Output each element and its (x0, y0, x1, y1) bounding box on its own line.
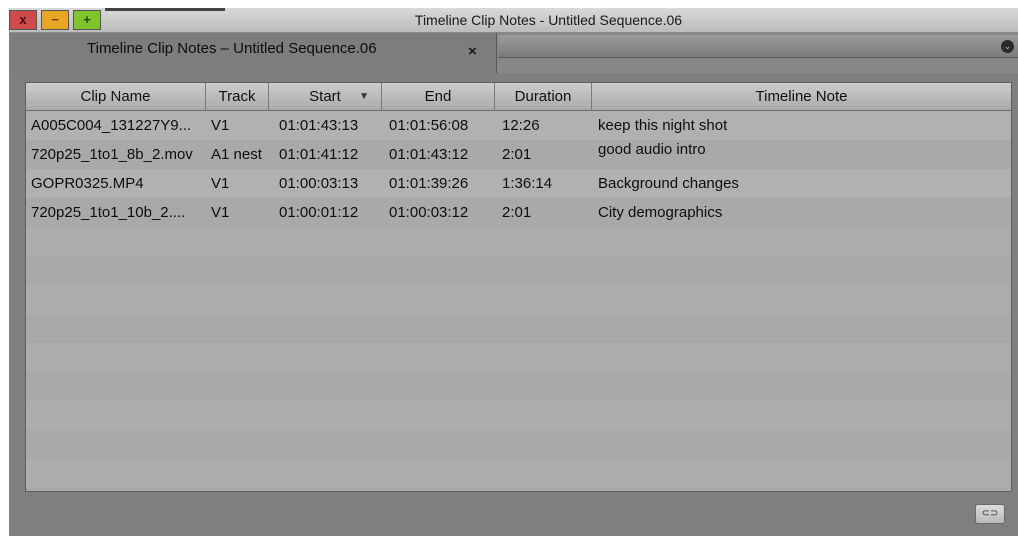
table-body: A005C004_131227Y9... V1 01:01:43:13 01:0… (26, 111, 1011, 488)
empty-row (26, 430, 1011, 459)
column-header-start[interactable]: Start ▼ (269, 83, 382, 110)
cell-end: 01:00:03:12 (389, 204, 469, 221)
empty-row (26, 285, 1011, 314)
empty-row (26, 401, 1011, 430)
cell-timeline-note[interactable]: good audio intro (598, 140, 998, 160)
cell-start: 01:01:43:13 (279, 117, 359, 134)
cell-start: 01:00:03:13 (279, 175, 359, 192)
cell-duration: 2:01 (502, 146, 532, 163)
cell-end: 01:01:56:08 (389, 117, 469, 134)
column-header-end[interactable]: End (382, 83, 495, 110)
cell-duration: 1:36:14 (502, 175, 553, 192)
link-button[interactable]: ⊂⊃ (975, 504, 1005, 524)
cell-duration: 2:01 (502, 204, 532, 221)
cell-start: 01:01:41:12 (279, 146, 359, 163)
cell-track: V1 (211, 204, 230, 221)
cell-clip-name: 720p25_1to1_10b_2.... (31, 204, 186, 221)
empty-row (26, 227, 1011, 256)
empty-row (26, 372, 1011, 401)
empty-row (26, 256, 1011, 285)
column-header-timeline-note[interactable]: Timeline Note (592, 83, 1011, 110)
tab-label: Timeline Clip Notes – Untitled Sequence.… (87, 40, 377, 57)
empty-row (26, 343, 1011, 372)
cell-track: V1 (211, 175, 230, 192)
tab-close-icon[interactable]: × (468, 43, 477, 60)
column-header-start-label: Start (309, 88, 341, 105)
timeline-clip-notes-window: x − + Timeline Clip Notes - Untitled Seq… (9, 8, 1018, 536)
empty-row (26, 459, 1011, 488)
column-header-duration[interactable]: Duration (495, 83, 592, 110)
cell-duration: 12:26 (502, 117, 540, 134)
cell-end: 01:01:39:26 (389, 175, 469, 192)
cell-clip-name: GOPR0325.MP4 (31, 175, 144, 192)
panel-menu-icon[interactable]: ⌄ (1001, 40, 1014, 53)
tab-bar: Timeline Clip Notes – Untitled Sequence.… (9, 33, 1018, 73)
cell-timeline-note[interactable]: Background changes (598, 169, 998, 198)
cell-track: V1 (211, 117, 230, 134)
cell-timeline-note[interactable]: City demographics (598, 198, 998, 227)
table-row[interactable]: 720p25_1to1_10b_2.... V1 01:00:01:12 01:… (26, 198, 1011, 227)
cell-clip-name: 720p25_1to1_8b_2.mov (31, 146, 193, 163)
table-row[interactable]: 720p25_1to1_8b_2.mov A1 nest 01:01:41:12… (26, 140, 1011, 169)
column-header-track[interactable]: Track (206, 83, 269, 110)
tab-timeline-clip-notes[interactable]: Timeline Clip Notes – Untitled Sequence.… (9, 33, 497, 73)
cell-end: 01:01:43:12 (389, 146, 469, 163)
clip-notes-table: Clip Name Track Start ▼ End Duration Tim… (25, 82, 1012, 492)
cell-track: A1 nest (211, 146, 262, 163)
column-header-clip-name[interactable]: Clip Name (26, 83, 206, 110)
cell-clip-name: A005C004_131227Y9... (31, 117, 192, 134)
window-title: Timeline Clip Notes - Untitled Sequence.… (414, 12, 683, 28)
table-header: Clip Name Track Start ▼ End Duration Tim… (26, 83, 1011, 111)
table-row[interactable]: A005C004_131227Y9... V1 01:01:43:13 01:0… (26, 111, 1011, 140)
title-bar-accent (105, 8, 225, 11)
empty-row (26, 314, 1011, 343)
table-row[interactable]: GOPR0325.MP4 V1 01:00:03:13 01:01:39:26 … (26, 169, 1011, 198)
cell-start: 01:00:01:12 (279, 204, 359, 221)
title-bar[interactable]: x − + Timeline Clip Notes - Untitled Seq… (9, 8, 1018, 33)
link-icon: ⊂⊃ (981, 508, 999, 519)
tab-bar-empty-area: ⌄ (498, 35, 1018, 58)
sort-descending-icon: ▼ (359, 91, 369, 102)
cell-timeline-note[interactable]: keep this night shot (598, 111, 998, 140)
